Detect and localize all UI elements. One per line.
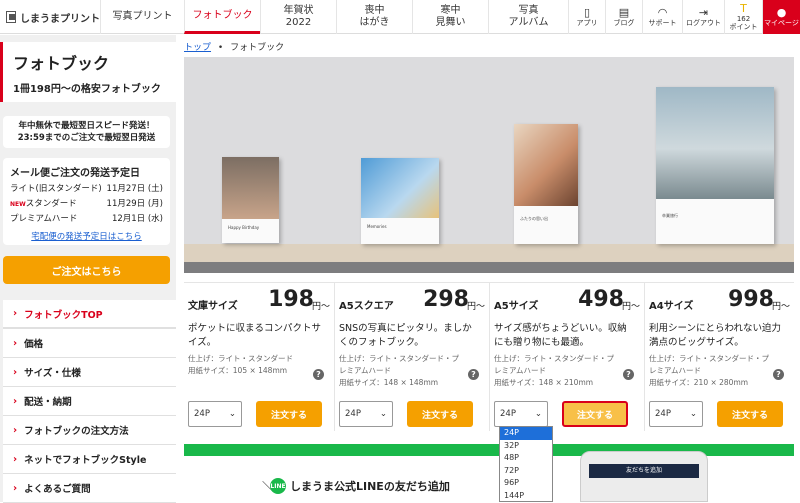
- order-button[interactable]: 注文する: [562, 401, 628, 427]
- dropdown-option[interactable]: 24P: [500, 427, 552, 440]
- pages-select[interactable]: 24P ⌄: [339, 401, 393, 427]
- chevron-down-icon: ⌄: [534, 409, 542, 419]
- hero-image: Happy Birthday Memories ふたりの思い出 卒業旅行: [184, 57, 794, 273]
- phone-icon: ▯: [583, 6, 591, 19]
- help-icon[interactable]: ?: [773, 369, 784, 380]
- sidebar-menu: › フォトブックTOP › 価格 › サイズ・仕様 › 配送・納期 › フォトブックの注文…: [3, 300, 176, 503]
- site-logo[interactable]: しまうまプリント: [0, 0, 100, 34]
- sidebar-title-box: フォトブック 1冊198円～の格安フォトブック: [0, 42, 176, 102]
- dropdown-option[interactable]: 32P: [500, 440, 552, 453]
- dropdown-option[interactable]: 48P: [500, 452, 552, 465]
- shipping-row: NEWスタンダード 11月29日 (月): [10, 199, 163, 209]
- delivery-schedule-link[interactable]: 宅配便の発送予定日はこちら: [10, 230, 163, 242]
- line-icon: LINE: [270, 478, 286, 494]
- page-title: フォトブック: [13, 54, 110, 73]
- nav-nengajo-label: 年賀状 2022: [283, 5, 314, 28]
- dropdown-option[interactable]: 144P: [500, 490, 552, 503]
- sidebar-item-price[interactable]: › 価格: [3, 329, 176, 358]
- breadcrumb-current: フォトブック: [230, 43, 285, 53]
- book-a5-square: Memories: [361, 158, 439, 244]
- order-button[interactable]: 注文する: [407, 401, 473, 427]
- product-card: A5スクエア 298 円～ SNSの写真にピッタリ。ましかくのフォトブック。 仕上げ：…: [335, 283, 490, 431]
- chevron-down-icon: ⌄: [228, 409, 236, 419]
- sidebar-item-style[interactable]: › ネットでフォトブックStyle: [3, 445, 176, 474]
- app-button[interactable]: ▯ アプリ: [568, 0, 605, 34]
- shipping-schedule: メール便ご注文の発送予定日 ライト(旧スタンダード) 11月27日 (土) NEW…: [3, 158, 170, 245]
- product-list: 文庫サイズ 198 円～ ポケットに収まるコンパクトサイズ。 仕上げ：ライト・スタンダ…: [184, 282, 794, 431]
- pages-select[interactable]: 24P ⌄: [649, 401, 703, 427]
- sidebar-item-top[interactable]: › フォトブックTOP: [3, 300, 176, 329]
- points-button[interactable]: T 162 ポイント: [724, 0, 762, 34]
- chevron-right-icon: ›: [13, 366, 18, 378]
- breadcrumb-home[interactable]: トップ: [184, 43, 211, 53]
- nav-mochu[interactable]: 喪中 はがき: [336, 0, 412, 34]
- shipping-heading: メール便ご注文の発送予定日: [10, 168, 140, 179]
- order-button[interactable]: 注文する: [717, 401, 783, 427]
- pages-select[interactable]: 24P ⌄: [494, 401, 548, 427]
- shipping-notice: 年中無休で最短翌日スピード発送！ 23:59までのご注文で最短翌日発送: [3, 116, 170, 148]
- product-card: 文庫サイズ 198 円～ ポケットに収まるコンパクトサイズ。 仕上げ：ライト・スタンダ…: [184, 283, 335, 431]
- nav-photo-print[interactable]: 写真プリント: [100, 0, 184, 34]
- book-a5: ふたりの思い出: [514, 124, 578, 244]
- shipping-row: プレミアムハード 12月1日 (水): [10, 214, 163, 224]
- chevron-down-icon: ⌄: [379, 409, 387, 419]
- chevron-right-icon: ›: [13, 482, 18, 494]
- help-icon[interactable]: ?: [468, 369, 479, 380]
- book-bunko: Happy Birthday: [222, 157, 279, 243]
- book-a4: 卒業旅行: [656, 87, 774, 244]
- pages-dropdown-list[interactable]: 24P 32P 48P 72P 96P 144P: [499, 426, 553, 502]
- sidebar-item-size[interactable]: › サイズ・仕様: [3, 358, 176, 387]
- header: しまうまプリント 写真プリント フォトブック 年賀状 2022 喪中 はがき 寒…: [0, 0, 800, 34]
- support-button[interactable]: ◠ サポート: [642, 0, 682, 34]
- sidebar-item-faq[interactable]: › よくあるご質問: [3, 474, 176, 503]
- help-icon[interactable]: ?: [623, 369, 634, 380]
- help-icon[interactable]: ?: [313, 369, 324, 380]
- dropdown-option[interactable]: 96P: [500, 477, 552, 490]
- breadcrumb: トップ • フォトブック: [184, 43, 285, 53]
- sidebar-order-button[interactable]: ご注文はこちら: [3, 256, 170, 284]
- logout-icon: ⇥: [698, 6, 709, 19]
- chevron-right-icon: ›: [13, 308, 18, 319]
- phone-illustration: 友だちを追加: [580, 451, 708, 502]
- chevron-right-icon: ›: [13, 337, 18, 349]
- mypage-button[interactable]: ● マイページ: [762, 0, 800, 34]
- user-icon: ●: [776, 6, 787, 19]
- pages-select[interactable]: 24P ⌄: [188, 401, 242, 427]
- product-card: A4サイズ 998 円～ 利用シーンにとらわれない迫力満点のビッグサイズ。 仕上げ：ラ…: [645, 283, 794, 431]
- logout-button[interactable]: ⇥ ログアウト: [682, 0, 724, 34]
- points-icon: T: [740, 2, 747, 15]
- blog-icon: ▤: [618, 6, 630, 19]
- chevron-right-icon: ›: [13, 453, 18, 465]
- line-banner[interactable]: LINE しまうま公式LINEの友だち追加: [270, 478, 450, 494]
- new-badge: NEW: [10, 201, 26, 208]
- page-subtitle: 1冊198円～の格安フォトブック: [13, 84, 161, 95]
- chevron-down-icon: ⌄: [689, 409, 697, 419]
- shipping-row: ライト(旧スタンダード) 11月27日 (土): [10, 184, 163, 194]
- nav-album[interactable]: 写真 アルバム: [488, 0, 568, 34]
- sidebar-item-delivery[interactable]: › 配送・納期: [3, 387, 176, 416]
- logo-text: しまうまプリント: [20, 13, 100, 25]
- blog-button[interactable]: ▤ ブログ: [605, 0, 642, 34]
- nav-kanchu[interactable]: 寒中 見舞い: [412, 0, 488, 34]
- nav-photobook[interactable]: フォトブック: [184, 0, 260, 34]
- nav-nengajo[interactable]: 年賀状 2022: [260, 0, 336, 34]
- logo-mark-icon: [6, 11, 16, 23]
- chevron-right-icon: ›: [13, 395, 18, 407]
- order-button[interactable]: 注文する: [256, 401, 322, 427]
- shelf: [184, 244, 794, 262]
- dropdown-option[interactable]: 72P: [500, 465, 552, 478]
- chevron-right-icon: ›: [13, 424, 18, 436]
- product-card: A5サイズ 498 円～ サイズ感がちょうどいい。収納にも贈り物にも最適。 仕上げ：ラ…: [490, 283, 645, 431]
- headset-icon: ◠: [657, 6, 668, 19]
- sidebar-item-howto[interactable]: › フォトブックの注文方法: [3, 416, 176, 445]
